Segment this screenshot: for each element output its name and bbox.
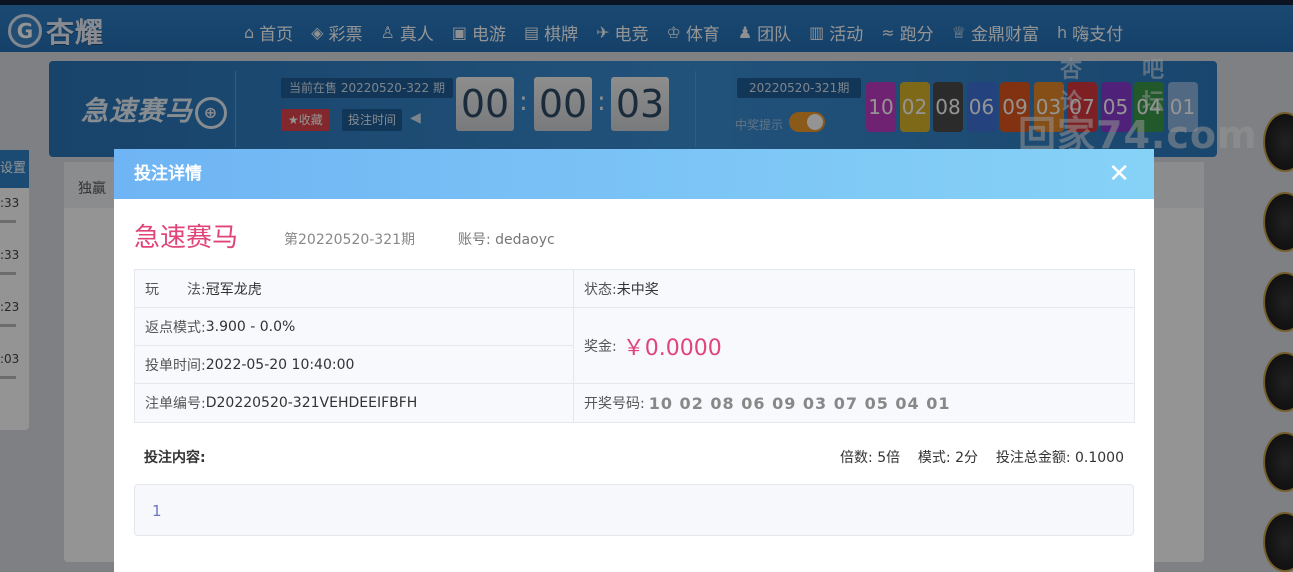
prize-cell: 奖金: ￥0.0000	[573, 307, 1135, 384]
mode-value: 2分	[955, 450, 979, 466]
bet-summary-row: 急速赛马 第20220520-321期 账号: dedaoyc	[114, 199, 1154, 269]
prize-label: 奖金:	[584, 338, 617, 355]
total-value: 0.1000	[1075, 450, 1124, 466]
multiplier-label: 倍数:	[840, 450, 873, 466]
draw-label: 开奖号码:	[584, 396, 645, 412]
modal-header: 投注详情 ✕	[114, 149, 1154, 199]
status-value: 未中奖	[616, 281, 659, 298]
prize-value: ￥0.0000	[622, 335, 722, 361]
close-icon[interactable]: ✕	[1108, 149, 1130, 199]
rebate-label: 返点模式:	[145, 319, 206, 336]
bet-time-cell: 投单时间: 2022-05-20 10:40:00	[134, 345, 574, 384]
bet-detail-modal: 投注详情 ✕ 急速赛马 第20220520-321期 账号: dedaoyc 玩…	[114, 149, 1154, 572]
account-label: 账号:	[458, 232, 491, 248]
account-value: dedaoyc	[495, 232, 555, 248]
status-cell: 状态: 未中奖	[573, 269, 1135, 308]
draw-cell: 开奖号码: 10 02 08 06 09 03 07 05 04 01	[573, 383, 1135, 423]
bet-content-box: 1	[134, 484, 1134, 536]
play-label: 玩 法:	[145, 281, 206, 298]
draw-numbers: 10 02 08 06 09 03 07 05 04 01	[648, 393, 951, 413]
status-label: 状态:	[584, 281, 617, 298]
bet-time-label: 投单时间:	[145, 357, 206, 374]
play-value: 冠军龙虎	[205, 281, 262, 298]
bet-meta: 倍数: 5倍 模式: 2分 投注总金额: 0.1000	[840, 447, 1124, 467]
order-label: 注单编号:	[145, 396, 206, 412]
account-info: 账号: dedaoyc	[458, 229, 555, 249]
mode-label: 模式:	[917, 450, 951, 466]
bet-detail-table: 玩 法: 冠军龙虎 状态: 未中奖 返点模式: 3.900 - 0.0% 奖金:…	[134, 269, 1135, 423]
order-value: D20220520-321VEHDEEIFBFH	[205, 395, 418, 411]
multiplier-value: 5倍	[877, 450, 901, 466]
rebate-cell: 返点模式: 3.900 - 0.0%	[134, 307, 574, 346]
play-cell: 玩 法: 冠军龙虎	[134, 269, 574, 308]
order-cell: 注单编号: D20220520-321VEHDEEIFBFH	[134, 383, 574, 423]
issue-number: 第20220520-321期	[284, 232, 416, 248]
total-label: 投注总金额:	[995, 450, 1071, 466]
bet-time-value: 2022-05-20 10:40:00	[205, 356, 355, 373]
modal-title: 投注详情	[134, 164, 202, 184]
content-label: 投注内容:	[144, 450, 206, 466]
game-name: 急速赛马	[134, 223, 239, 253]
rebate-value: 3.900 - 0.0%	[205, 318, 296, 335]
